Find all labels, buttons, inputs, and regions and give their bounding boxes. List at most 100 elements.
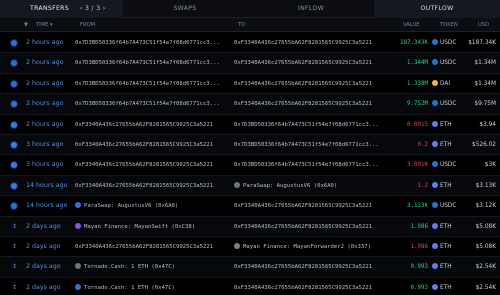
to-address[interactable]: 0x7D3BD50336f64b7A473C51f54e7f08d6771cc3… bbox=[234, 155, 379, 175]
token-cell[interactable]: USDC bbox=[432, 196, 456, 216]
table-row[interactable]: 3 hours ago 0xF3340A436c27655bA62F8281565… bbox=[0, 135, 500, 156]
token-cell[interactable]: ETH bbox=[432, 135, 452, 155]
column-to[interactable]: TO bbox=[238, 18, 245, 32]
entity-icon bbox=[234, 181, 240, 188]
from-address-text: 0x7D3BD50336f64b7A473C51f54e7f08d6771cc3… bbox=[75, 101, 220, 108]
token-cell[interactable]: USDC bbox=[432, 94, 456, 114]
chain-icon bbox=[11, 80, 17, 87]
to-address-text: 0xF3340A436c27655bA62F8281565C9925C3a522… bbox=[234, 203, 373, 210]
column-usd[interactable]: USD bbox=[478, 18, 489, 32]
time-link[interactable]: 2 hours ago bbox=[26, 94, 63, 114]
token-cell[interactable]: ETH bbox=[432, 217, 452, 237]
pagination[interactable]: ‹ 3 / 3 › bbox=[80, 0, 105, 18]
column-time[interactable]: TIME ▾ bbox=[36, 18, 53, 32]
usdc-icon bbox=[432, 161, 438, 168]
table-row[interactable]: ↕ 2 days ago Tornado.Cash: 1 ETH (0x47C) 0x… bbox=[0, 257, 500, 278]
column-token[interactable]: TOKEN bbox=[440, 18, 458, 32]
usd-value: $1.34M bbox=[474, 60, 496, 67]
table-row[interactable]: 14 hours ago 0xF3340A436c27655bA62F828156… bbox=[0, 175, 500, 197]
token-symbol: USDC bbox=[440, 60, 457, 67]
table-row[interactable]: 2 hours ago 0x7D3BD50336f64b7A473C51f54e7… bbox=[0, 94, 500, 115]
from-address[interactable]: 0x7D3BD50336f64b7A473C51f54e7f08d6771cc3… bbox=[75, 74, 220, 94]
time-link[interactable]: 2 days ago bbox=[26, 217, 61, 237]
from-address[interactable]: 0xF3340A436c27655bA62F8281565C9925C3a522… bbox=[75, 176, 213, 196]
value-amount: 0.993 bbox=[410, 264, 428, 271]
time-link[interactable]: 2 hours ago bbox=[26, 33, 63, 53]
tab-transfers[interactable]: TRANSFERS ‹ 3 / 3 › bbox=[0, 0, 122, 18]
from-address[interactable]: 0xF3340A436c27655bA62F8281565C9925C3a522… bbox=[75, 155, 213, 175]
token-cell[interactable]: USDC bbox=[432, 53, 456, 73]
tab-bar: TRANSFERS ‹ 3 / 3 › SWAPS INFLOW OUTFLOW bbox=[0, 0, 500, 18]
table-row[interactable]: ↕ 2 days ago Mayan Finance: MayanSwift (0x… bbox=[0, 216, 500, 237]
token-cell[interactable]: USDC bbox=[432, 155, 456, 175]
from-address[interactable]: 0x7D3BD50336f64b7A473C51f54e7f08d6771cc3… bbox=[75, 94, 220, 114]
time-link[interactable]: 2 hours ago bbox=[26, 115, 63, 135]
from-address[interactable]: 0xF3340A436c27655bA62F8281565C9925C3a522… bbox=[75, 237, 213, 257]
table-row[interactable]: 14 hours ago ParaSwap: AugustusV6 (0x6A0)… bbox=[0, 196, 500, 217]
from-address[interactable]: Tornado.Cash: 1 ETH (0x47C) bbox=[75, 257, 175, 277]
from-address[interactable]: 0xF3340A436c27655bA62F8281565C9925C3a522… bbox=[75, 115, 213, 135]
token-cell[interactable]: ETH bbox=[432, 257, 452, 277]
tab-transfers-label: TRANSFERS bbox=[30, 5, 70, 12]
to-address[interactable]: 0xF3340A436c27655bA62F8281565C9925C3a522… bbox=[234, 94, 372, 114]
time-link[interactable]: 14 hours ago bbox=[26, 196, 67, 216]
table-row[interactable]: 2 hours ago 0x7D3BD50336f64b7A473C51f54e7… bbox=[0, 74, 500, 95]
from-address-text: 0xF3340A436c27655bA62F8281565C9925C3a522… bbox=[75, 182, 214, 189]
filter-icon[interactable]: ▼ bbox=[24, 18, 28, 32]
time-link[interactable]: 14 hours ago bbox=[26, 176, 67, 196]
time-link[interactable]: 3 hours ago bbox=[26, 135, 63, 155]
table-row[interactable]: ↕ 2 days ago Tornado.Cash: 1 ETH (0x47C) 0x… bbox=[0, 278, 500, 295]
tab-swaps[interactable]: SWAPS bbox=[122, 0, 248, 18]
table-row[interactable]: 2 hours ago 0xF3340A436c27655bA62F8281565… bbox=[0, 115, 500, 135]
usd-value: $3.94 bbox=[479, 121, 496, 128]
from-address[interactable]: 0x7D3BD50336f64b7A473C51f54e7f08d6771cc3… bbox=[75, 33, 220, 53]
time-link[interactable]: 2 days ago bbox=[26, 257, 61, 277]
from-address[interactable]: 0x7D3BD50336f64b7A473C51f54e7f08d6771cc3… bbox=[75, 53, 220, 73]
to-address[interactable]: 0xF3340A436c27655bA62F8281565C9925C3a522… bbox=[234, 278, 372, 295]
token-cell[interactable]: ETH bbox=[432, 237, 452, 257]
value-amount: 9.752M bbox=[407, 101, 428, 108]
tab-outflow[interactable]: OUTFLOW bbox=[374, 0, 500, 18]
time-link[interactable]: 3 hours ago bbox=[26, 155, 63, 175]
to-address[interactable]: 0xF3340A436c27655bA62F8281565C9925C3a522… bbox=[234, 257, 372, 277]
tab-inflow[interactable]: INFLOW bbox=[248, 0, 374, 18]
table-row[interactable]: 3 hours ago 0xF3340A436c27655bA62F8281565… bbox=[0, 155, 500, 176]
token-cell[interactable]: ETH bbox=[432, 115, 452, 135]
token-symbol: ETH bbox=[440, 284, 452, 291]
eth-icon bbox=[432, 283, 438, 290]
time-link[interactable]: 2 days ago bbox=[26, 278, 61, 295]
entity-icon bbox=[75, 283, 81, 290]
token-symbol: ETH bbox=[440, 264, 452, 271]
column-from[interactable]: FROM bbox=[80, 18, 95, 32]
to-address-text: 0x7D3BD50336f64b7A473C51f54e7f08d6771cc3… bbox=[234, 142, 379, 148]
to-address[interactable]: 0xF3340A436c27655bA62F8281565C9925C3a522… bbox=[234, 74, 372, 94]
time-link[interactable]: 2 hours ago bbox=[26, 53, 63, 73]
to-address-text: 0xF3340A436c27655bA62F8281565C9925C3a522… bbox=[234, 60, 373, 67]
to-address[interactable]: 0xF3340A436c27655bA62F8281565C9925C3a522… bbox=[234, 53, 372, 73]
token-cell[interactable]: ETH bbox=[432, 278, 452, 295]
table-row[interactable]: 2 hours ago 0x7D3BD50336f64b7A473C51f54e7… bbox=[0, 53, 500, 74]
token-cell[interactable]: ETH bbox=[432, 176, 452, 196]
to-address[interactable]: Mayan Finance: MayanForwarder2 (0x337) bbox=[234, 237, 371, 257]
table-row[interactable]: 2 hours ago 0x7D3BD50336f64b7A473C51f54e7… bbox=[0, 33, 500, 54]
table-row[interactable]: ↕ 2 days ago 0xF3340A436c27655bA62F8281565… bbox=[0, 237, 500, 258]
from-address[interactable]: Mayan Finance: MayanSwift (0xC38) bbox=[75, 217, 195, 237]
to-address-text: 0xF3340A436c27655bA62F8281565C9925C3a522… bbox=[234, 223, 373, 230]
value-amount: 0.993 bbox=[410, 284, 428, 291]
token-cell[interactable]: DAI bbox=[432, 74, 450, 94]
to-address[interactable]: 0xF3340A436c27655bA62F8281565C9925C3a522… bbox=[234, 33, 372, 53]
from-address[interactable]: ParaSwap: AugustusV6 (0x6A0) bbox=[75, 196, 178, 216]
to-address[interactable]: 0x7D3BD50336f64b7A473C51f54e7f08d6771cc3… bbox=[234, 115, 379, 135]
from-address[interactable]: Tornado.Cash: 1 ETH (0x47C) bbox=[75, 278, 175, 295]
to-address[interactable]: 0xF3340A436c27655bA62F8281565C9925C3a522… bbox=[234, 217, 372, 237]
from-address[interactable]: 0xF3340A436c27655bA62F8281565C9925C3a522… bbox=[75, 135, 213, 155]
token-cell[interactable]: USDC bbox=[432, 33, 456, 53]
entity-icon bbox=[234, 243, 240, 249]
to-address[interactable]: ParaSwap: AugustusV6 (0x6A0) bbox=[234, 176, 337, 196]
to-address[interactable]: 0xF3340A436c27655bA62F8281565C9925C3a522… bbox=[234, 196, 372, 216]
to-address[interactable]: 0x7D3BD50336f64b7A473C51f54e7f08d6771cc3… bbox=[234, 135, 379, 155]
time-link[interactable]: 2 days ago bbox=[26, 237, 61, 257]
column-value[interactable]: VALUE bbox=[403, 18, 419, 32]
to-address-text: 0x7D3BD50336f64b7A473C51f54e7f08d6771cc3… bbox=[234, 121, 379, 128]
time-link[interactable]: 2 hours ago bbox=[26, 74, 63, 94]
